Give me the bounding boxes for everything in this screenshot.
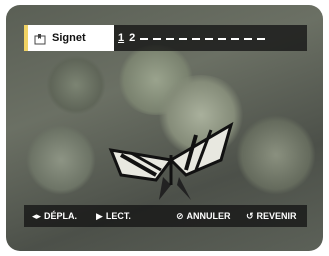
bookmark-slot-empty[interactable]	[231, 37, 240, 40]
bookmark-slot-empty[interactable]	[153, 37, 162, 40]
bookmark-slot-empty[interactable]	[244, 37, 253, 40]
bookmark-slot-empty[interactable]	[166, 37, 175, 40]
tv-screen: Signet 1 2 ◂▸ DÉPLA. ▶ LECT. ⊘ ANNULER ↺…	[6, 5, 323, 251]
bookmark-slots: 1 2	[118, 32, 266, 44]
bookmark-slot-empty[interactable]	[257, 37, 266, 40]
bookmark-slot-1[interactable]: 1	[118, 32, 124, 44]
play-label: LECT.	[105, 211, 131, 221]
button-guide-bar: ◂▸ DÉPLA. ▶ LECT. ⊘ ANNULER ↺ REVENIR	[24, 205, 307, 227]
bookmark-slot-2[interactable]: 2	[129, 32, 135, 44]
cancel-label: ANNULER	[186, 211, 231, 221]
background-flower	[236, 115, 316, 195]
cancel-hint[interactable]: ⊘ ANNULER	[176, 211, 231, 222]
bookmark-slot-empty[interactable]	[218, 37, 227, 40]
bookmark-slot-empty[interactable]	[140, 37, 149, 40]
move-label: DÉPLA.	[44, 211, 78, 221]
return-hint[interactable]: ↺ REVENIR	[246, 211, 297, 222]
cancel-icon: ⊘	[176, 210, 184, 221]
butterfly-image	[108, 121, 234, 200]
return-icon: ↺	[246, 210, 254, 221]
background-flower	[46, 55, 106, 115]
bookmark-slot-empty[interactable]	[205, 37, 214, 40]
play-icon: ▶	[96, 210, 103, 221]
background-flower	[26, 125, 96, 195]
bookmark-bar: Signet 1 2	[24, 25, 307, 51]
play-hint[interactable]: ▶ LECT.	[96, 211, 131, 222]
left-right-arrows-icon: ◂▸	[32, 210, 42, 221]
bookmark-title: Signet	[52, 32, 86, 44]
move-hint[interactable]: ◂▸ DÉPLA.	[32, 211, 77, 222]
bookmark-slot-empty[interactable]	[179, 37, 188, 40]
return-label: REVENIR	[256, 211, 297, 221]
bookmark-slot-empty[interactable]	[192, 37, 201, 40]
bookmark-title-tab: Signet	[24, 25, 114, 51]
bookmark-icon	[34, 32, 46, 45]
